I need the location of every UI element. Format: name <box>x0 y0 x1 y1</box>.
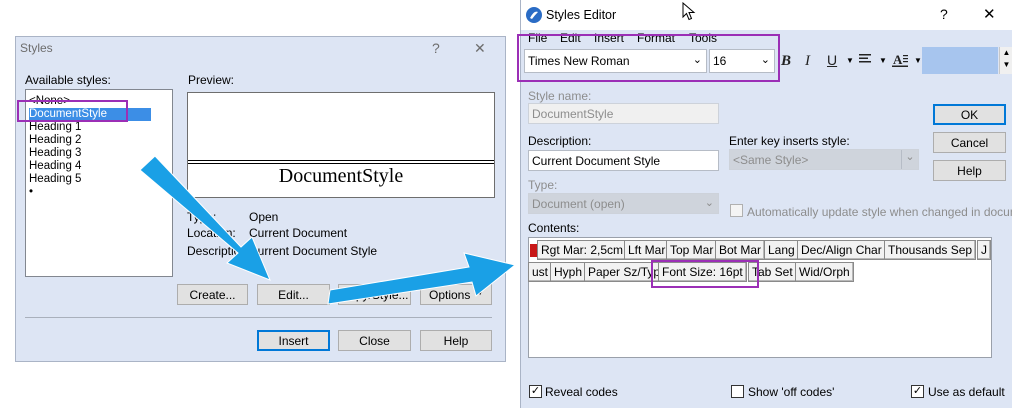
arrow-to-editor-icon <box>327 252 517 305</box>
annotation-arrows <box>139 155 517 305</box>
mouse-cursor-icon <box>682 2 696 21</box>
arrow-to-edit-icon <box>139 155 271 281</box>
